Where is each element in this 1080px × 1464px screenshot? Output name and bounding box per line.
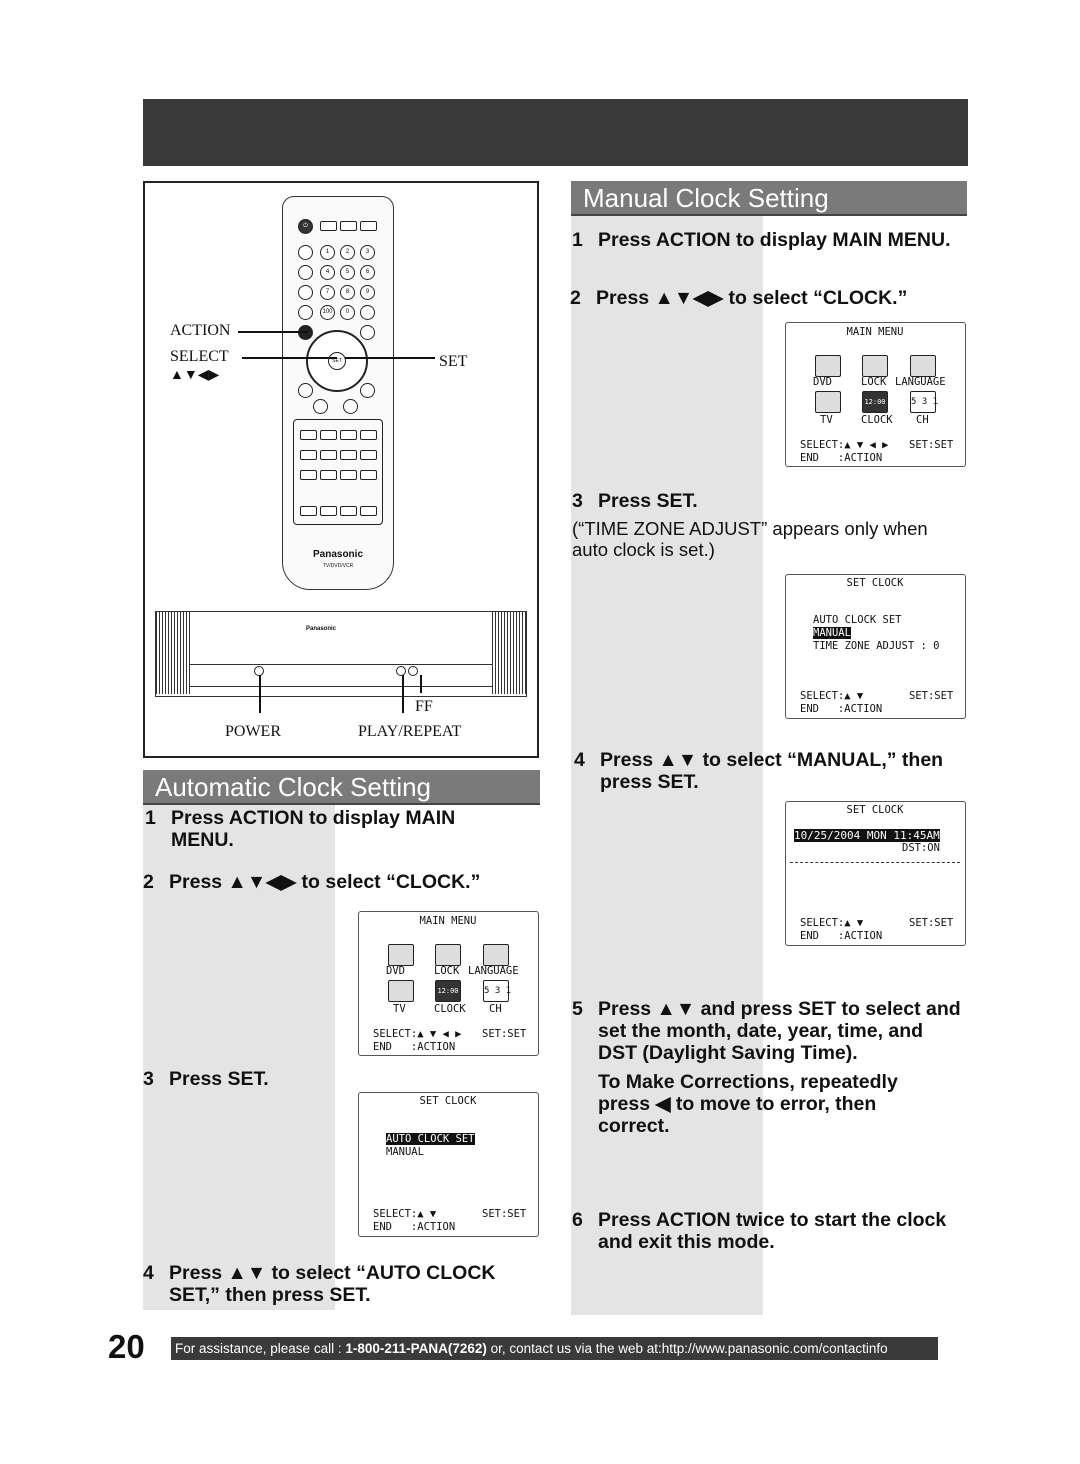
language-icon [910, 355, 936, 377]
dvd-icon [388, 944, 414, 966]
manual-step-3-note: (“TIME ZONE ADJUST” appears only when au… [572, 518, 928, 560]
manual-step-6: 6 Press ACTION twice to start the clock a… [572, 1209, 947, 1253]
manual-step-3: 3 Press SET. [572, 490, 698, 512]
remote-brand: Panasonic [312, 549, 364, 560]
remote-model: TV/DVD/VCR [322, 563, 354, 569]
osd-set-clock-auto: SET CLOCK AUTO CLOCK SET MANUAL SELECT:▲… [358, 1092, 539, 1237]
lock-icon [435, 944, 461, 966]
dvd-icon [815, 355, 841, 377]
tv-brand: Panasonic [306, 626, 337, 632]
header-bar [143, 99, 968, 166]
tv-icon [815, 391, 841, 413]
direction-pad: SET [306, 330, 368, 392]
label-ff: FF [415, 698, 433, 715]
osd-main-menu-manual: MAIN MENU DVD LOCK LANGUAGE 12:00 5 3 1 TV… [785, 322, 966, 467]
tv-icon [388, 980, 414, 1002]
footer-assistance: For assistance, please call : 1-800-211-… [171, 1337, 938, 1360]
phone-number: 1-800-211-PANA(7262) [345, 1341, 487, 1356]
auto-step-4: 4 Press ▲▼ to select “AUTO CLOCK SET,” th… [143, 1262, 496, 1306]
label-select: SELECT [170, 348, 229, 365]
ch-icon: 5 3 1 [483, 980, 511, 1002]
osd-set-clock-time: SET CLOCK 10/25/2004 MON 11:45AM DST:ON … [785, 801, 966, 946]
auto-step-2: 2 Press ▲▼◀▶ to select “CLOCK.” [143, 871, 481, 893]
osd-set-clock-manual: SET CLOCK AUTO CLOCK SET MANUAL TIME ZON… [785, 574, 966, 719]
manual-step-4: 4 Press ▲▼ to select “MANUAL,” then press… [574, 749, 944, 793]
clock-icon: 12:00 [862, 391, 888, 413]
remote-control: ⏻ 123 456 789 100 0 SET Panasonic TV/DVD/… [282, 196, 394, 590]
label-power: POWER [225, 723, 281, 740]
lock-icon [862, 355, 888, 377]
label-action: ACTION [170, 322, 231, 339]
manual-step-5: 5 Press ▲▼ and press SET to select and se… [572, 998, 961, 1064]
tv-front-panel: Panasonic [155, 611, 527, 697]
ch-icon: 5 3 1 [910, 391, 938, 413]
page-number: 20 [108, 1328, 145, 1365]
auto-step-3: 3 Press SET. [143, 1068, 269, 1090]
clock-icon: 12:00 [435, 980, 461, 1002]
osd-main-menu-auto: MAIN MENU DVD LOCK LANGUAGE 12:00 5 3 1 TV… [358, 911, 539, 1056]
manual-step-1: 1 Press ACTION to display MAIN MENU. [572, 229, 951, 251]
remote-figure: ⏻ 123 456 789 100 0 SET Panasonic TV/DVD/… [143, 181, 539, 758]
label-set: SET [439, 353, 468, 370]
label-play-repeat: PLAY/REPEAT [358, 723, 462, 740]
label-select-arrows: ▲▼◀▶ [170, 366, 220, 382]
contact-link[interactable]: or, contact us via the web at:http://www… [487, 1341, 888, 1356]
manual-step-2: 2 Press ▲▼◀▶ to select “CLOCK.” [570, 287, 908, 309]
manual-page: ⏻ 123 456 789 100 0 SET Panasonic TV/DVD/… [0, 0, 1080, 1464]
manual-section-title: Manual Clock Setting [571, 181, 967, 216]
manual-step-5-note: To Make Corrections, repeatedly press ◀ … [598, 1071, 898, 1137]
language-icon [483, 944, 509, 966]
auto-section-title: Automatic Clock Setting [143, 770, 540, 805]
auto-step-1: 1 Press ACTION to display MAIN MENU. [145, 807, 456, 851]
